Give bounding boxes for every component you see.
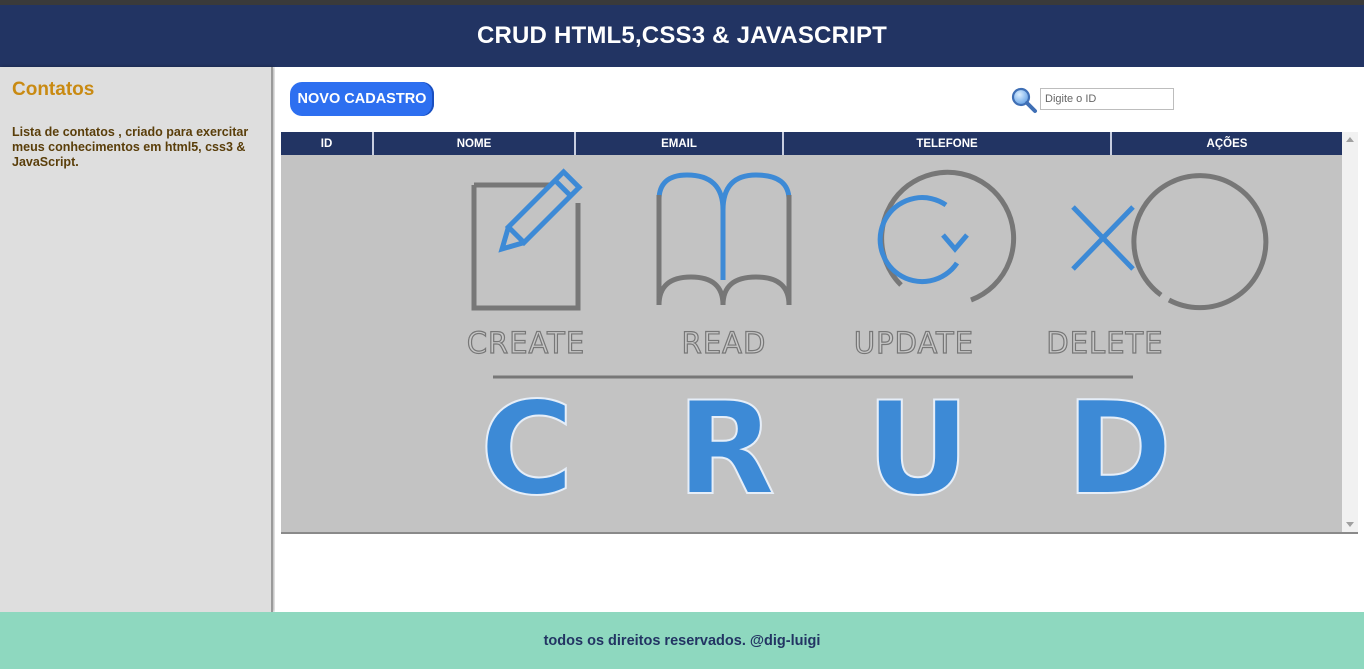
banner-word-delete: DELETE xyxy=(1046,326,1163,360)
page-header: CRUD HTML5,CSS3 & JAVASCRIPT xyxy=(0,5,1364,67)
banner-letter-u: U xyxy=(866,375,970,524)
sidebar-description: Lista de contatos , criado para exercita… xyxy=(12,125,249,169)
search-input[interactable] xyxy=(1040,88,1174,110)
banner-letter-d: D xyxy=(1066,375,1172,524)
column-header-email[interactable]: EMAIL xyxy=(576,132,784,155)
column-header-acoes[interactable]: AÇÕES xyxy=(1112,132,1342,155)
scroll-down-arrow-icon[interactable] xyxy=(1346,522,1354,527)
main-content: NOVO CADASTRO ID NOME EMAIL TELEFONE AÇÕ… xyxy=(275,67,1364,612)
page-title: CRUD HTML5,CSS3 & JAVASCRIPT xyxy=(476,22,888,49)
column-header-nome[interactable]: NOME xyxy=(374,132,576,155)
table-header: ID NOME EMAIL TELEFONE AÇÕES xyxy=(281,132,1342,155)
new-record-button[interactable]: NOVO CADASTRO xyxy=(290,82,434,116)
sidebar: Contatos Lista de contatos , criado para… xyxy=(0,67,273,612)
column-header-id[interactable]: ID xyxy=(281,132,374,155)
banner-letter-c: C xyxy=(480,375,574,524)
search-icon[interactable] xyxy=(1010,86,1038,114)
footer-text: todos os direitos reservados. @dig-luigi xyxy=(543,632,821,649)
create-icon xyxy=(471,168,583,311)
banner-word-read: READ xyxy=(682,326,767,360)
contacts-table: ID NOME EMAIL TELEFONE AÇÕES CREATE READ… xyxy=(281,132,1358,534)
scroll-up-arrow-icon[interactable] xyxy=(1346,137,1354,142)
delete-icon xyxy=(1071,173,1269,311)
banner-word-create: CREATE xyxy=(467,326,585,360)
banner-word-update: UPDATE xyxy=(854,326,974,360)
crud-banner-image: CREATE READ UPDATE DELETE C R U D xyxy=(281,155,1342,532)
read-icon xyxy=(656,172,792,306)
page-footer: todos os direitos reservados. @dig-luigi xyxy=(0,612,1364,669)
update-icon xyxy=(877,169,1017,303)
table-scrollbar[interactable] xyxy=(1342,132,1358,532)
sidebar-title: Contatos xyxy=(12,79,95,100)
column-header-telefone[interactable]: TELEFONE xyxy=(784,132,1112,155)
banner-letter-r: R xyxy=(677,375,776,524)
